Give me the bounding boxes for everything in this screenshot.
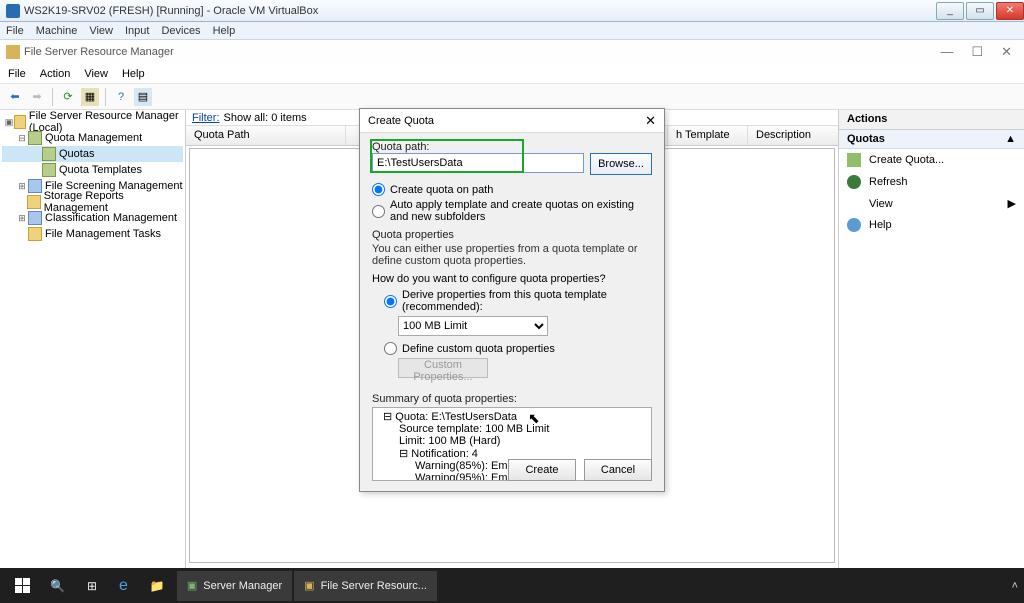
taskbar-ie[interactable]: e xyxy=(109,571,138,601)
fsrm-menu-help[interactable]: Help xyxy=(122,68,145,80)
option-derive[interactable]: Derive properties from this quota templa… xyxy=(384,289,652,313)
vb-menu-input[interactable]: Input xyxy=(125,25,149,37)
quota-properties-header: Quota properties xyxy=(372,229,454,241)
help-button[interactable]: ? xyxy=(112,88,130,106)
actions-subheader: Quotas▲ xyxy=(839,130,1024,149)
dialog-close-button[interactable]: ✕ xyxy=(645,113,656,129)
summary-label: Summary of quota properties: xyxy=(372,393,517,405)
dialog-titlebar: Create Quota ✕ xyxy=(360,109,664,133)
tree-classification[interactable]: ⊞Classification Management xyxy=(2,210,183,226)
vb-close-button[interactable]: ✕ xyxy=(996,2,1024,20)
options-button[interactable]: ▤ xyxy=(134,88,152,106)
fsrm-close-button[interactable]: ✕ xyxy=(1001,44,1012,60)
radio-create-on-path[interactable] xyxy=(372,183,385,196)
radio-custom[interactable] xyxy=(384,342,397,355)
filter-button[interactable]: ▦ xyxy=(81,88,99,106)
action-create-quota[interactable]: Create Quota... xyxy=(839,149,1024,171)
col-match-template[interactable]: h Template xyxy=(668,126,748,145)
how-configure-label: How do you want to configure quota prope… xyxy=(372,273,652,285)
radio-derive[interactable] xyxy=(384,295,397,308)
action-refresh[interactable]: Refresh xyxy=(839,171,1024,193)
vb-menu-devices[interactable]: Devices xyxy=(161,25,200,37)
taskbar-server-manager[interactable]: ▣Server Manager xyxy=(177,571,292,601)
col-quota-path[interactable]: Quota Path xyxy=(186,126,346,145)
tray-chevron-icon[interactable]: ˄ xyxy=(1012,580,1018,592)
template-select[interactable]: 100 MB Limit xyxy=(398,316,548,336)
fsrm-maximize-button[interactable]: ☐ xyxy=(971,44,983,60)
tree-quotas[interactable]: Quotas xyxy=(2,146,183,162)
option-custom[interactable]: Define custom quota properties xyxy=(384,342,652,355)
actions-header: Actions xyxy=(839,110,1024,130)
chevron-right-icon: ▶ xyxy=(1008,197,1016,210)
tree-file-management-tasks[interactable]: File Management Tasks xyxy=(2,226,183,242)
fsrm-menu-file[interactable]: File xyxy=(8,68,26,80)
tree-storage-reports[interactable]: Storage Reports Management xyxy=(2,194,183,210)
summary-row: ⊟ Quota: E:\TestUsersData xyxy=(375,410,649,423)
back-button[interactable]: ⬅ xyxy=(6,88,24,106)
dialog-title: Create Quota xyxy=(368,115,434,127)
virtualbox-titlebar: WS2K19-SRV02 (FRESH) [Running] - Oracle … xyxy=(0,0,1024,22)
system-tray[interactable]: ˄ xyxy=(1012,580,1018,592)
filter-link[interactable]: Filter: xyxy=(192,112,220,124)
fsrm-title: File Server Resource Manager xyxy=(24,46,940,58)
fsrm-titlebar: File Server Resource Manager — ☐ ✕ xyxy=(0,40,1024,64)
fsrm-menu-action[interactable]: Action xyxy=(40,68,71,80)
tree-quota-templates[interactable]: Quota Templates xyxy=(2,162,183,178)
start-button[interactable] xyxy=(6,571,38,601)
create-button[interactable]: Create xyxy=(508,459,576,481)
option-auto-apply[interactable]: Auto apply template and create quotas on… xyxy=(372,199,652,223)
option-create-on-path[interactable]: Create quota on path xyxy=(372,183,652,196)
vb-menu-help[interactable]: Help xyxy=(213,25,236,37)
tree-root[interactable]: ▣File Server Resource Manager (Local) xyxy=(2,114,183,130)
browse-button[interactable]: Browse... xyxy=(590,153,652,175)
quota-path-input[interactable] xyxy=(372,153,584,173)
col-description[interactable]: Description xyxy=(748,126,838,145)
fsrm-menubar: File Action View Help xyxy=(0,64,1024,84)
taskbar-fsrm[interactable]: ▣File Server Resourc... xyxy=(294,571,437,601)
collapse-icon[interactable]: ▲ xyxy=(1005,133,1016,145)
action-view[interactable]: View▶ xyxy=(839,193,1024,214)
summary-row: Limit: 100 MB (Hard) xyxy=(375,435,649,447)
nav-tree: ▣File Server Resource Manager (Local) ⊟Q… xyxy=(0,110,186,568)
vb-menu-view[interactable]: View xyxy=(89,25,113,37)
vb-menu-file[interactable]: File xyxy=(6,25,24,37)
virtualbox-title: WS2K19-SRV02 (FRESH) [Running] - Oracle … xyxy=(24,5,934,17)
virtualbox-menubar: File Machine View Input Devices Help xyxy=(0,22,1024,40)
create-quota-dialog: Create Quota ✕ Quota path: Browse... Cre… xyxy=(359,108,665,492)
custom-properties-button: Custom Properties... xyxy=(398,358,488,378)
vb-menu-machine[interactable]: Machine xyxy=(36,25,78,37)
taskbar-taskview[interactable]: ⊞ xyxy=(77,571,107,601)
vb-minimize-button[interactable]: _ xyxy=(936,2,964,20)
fsrm-toolbar: ⬅ ➡ ⟳ ▦ ? ▤ xyxy=(0,84,1024,110)
fsrm-minimize-button[interactable]: — xyxy=(940,44,953,60)
summary-row: Source template: 100 MB Limit xyxy=(375,423,649,435)
quota-properties-desc: You can either use properties from a quo… xyxy=(372,243,652,267)
virtualbox-icon xyxy=(6,4,20,18)
taskbar: 🔍 ⊞ e 📁 ▣Server Manager ▣File Server Res… xyxy=(0,568,1024,603)
cancel-button[interactable]: Cancel xyxy=(584,459,652,481)
fsrm-icon xyxy=(6,45,20,59)
quota-path-label: Quota path: xyxy=(372,141,430,153)
forward-button[interactable]: ➡ xyxy=(28,88,46,106)
action-help[interactable]: Help xyxy=(839,214,1024,236)
filter-text: Show all: 0 items xyxy=(224,112,307,124)
refresh-button[interactable]: ⟳ xyxy=(59,88,77,106)
taskbar-search[interactable]: 🔍 xyxy=(40,571,75,601)
fsrm-menu-view[interactable]: View xyxy=(84,68,108,80)
actions-pane: Actions Quotas▲ Create Quota... Refresh … xyxy=(838,110,1024,568)
radio-auto-apply[interactable] xyxy=(372,205,385,218)
vb-maximize-button[interactable]: ▭ xyxy=(966,2,994,20)
taskbar-explorer[interactable]: 📁 xyxy=(140,571,175,601)
